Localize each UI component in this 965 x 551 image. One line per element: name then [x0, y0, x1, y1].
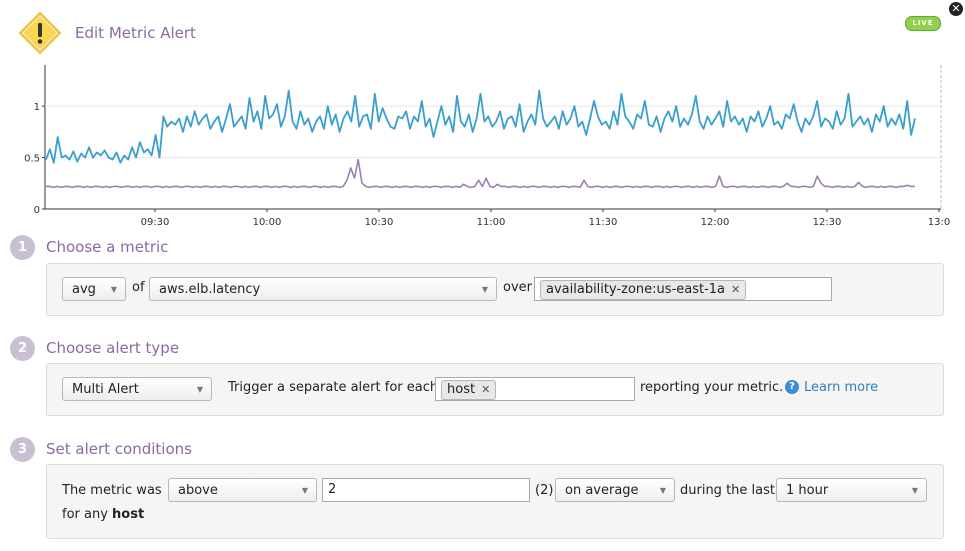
- step-alert-conditions: 3 Set alert conditions: [10, 435, 945, 463]
- y-tick-label: 1: [34, 102, 40, 113]
- series-line-1: [45, 89, 916, 164]
- comparator-value: above: [178, 483, 218, 498]
- chevron-down-icon: ▼: [196, 385, 203, 394]
- step-number: 2: [10, 335, 35, 361]
- live-badge: LIVE: [905, 16, 941, 31]
- trigger-label: Trigger a separate alert for each: [228, 380, 439, 395]
- step-choose-metric: 1 Choose a metric: [10, 233, 945, 261]
- threshold-input[interactable]: 2: [322, 478, 530, 502]
- chevron-down-icon: ▼: [911, 486, 918, 495]
- warning-icon: [18, 11, 62, 55]
- chevron-down-icon: ▼: [481, 285, 488, 294]
- reporting-label: reporting your metric.: [640, 380, 784, 395]
- comparator-select[interactable]: above ▼: [168, 478, 317, 502]
- alert-type-value: Multi Alert: [72, 382, 139, 397]
- chart-svg: 0 0.5 1 09:30 10:00 10:30 11:00 11:30 12:00 12:30…: [24, 65, 950, 228]
- aggregation-value: on average: [565, 483, 639, 498]
- help-icon-wrap[interactable]: ?: [785, 379, 799, 395]
- x-tick-label: 11:00: [477, 217, 506, 228]
- conditions-panel: The metric was above ▼ 2 (2) on average ▼ …: [46, 464, 944, 539]
- alert-type-select[interactable]: Multi Alert ▼: [62, 377, 212, 401]
- page-title: Edit Metric Alert: [75, 24, 196, 42]
- for-any-line: for any host: [62, 507, 144, 523]
- of-label: of: [132, 280, 145, 295]
- chevron-down-icon: ▼: [659, 486, 666, 495]
- x-tick-label: 12:30: [813, 217, 842, 228]
- step-alert-type: 2 Choose alert type: [10, 334, 945, 362]
- scope-tag: availability-zone:us-east-1a ✕: [540, 280, 747, 300]
- x-tick-label: 09:30: [141, 217, 170, 228]
- y-tick-label: 0.5: [24, 154, 40, 165]
- x-tick-label: 11:30: [589, 217, 618, 228]
- threshold-value: 2: [328, 482, 337, 497]
- scope-tag-label: availability-zone:us-east-1a: [546, 282, 726, 297]
- metric-was-label: The metric was: [62, 483, 162, 498]
- learn-more-link[interactable]: Learn more: [804, 380, 878, 396]
- step-title: Set alert conditions: [46, 440, 192, 458]
- step-number: 3: [10, 436, 35, 462]
- step-title: Choose alert type: [46, 339, 180, 357]
- timeframe-select[interactable]: 1 hour ▼: [776, 478, 927, 502]
- metric-value: aws.elb.latency: [159, 282, 261, 297]
- chevron-down-icon: ▼: [110, 285, 117, 294]
- metric-chart: 0 0.5 1 09:30 10:00 10:30 11:00 11:30 12:00 12:30…: [10, 60, 954, 232]
- over-label: over: [503, 280, 532, 295]
- threshold-note: (2): [535, 483, 554, 498]
- during-label: during the last: [680, 483, 775, 498]
- metric-panel: avg ▼ of aws.elb.latency ▼ over availabili…: [46, 263, 944, 316]
- group-by-input[interactable]: host ✕: [435, 377, 635, 401]
- timeframe-value: 1 hour: [786, 483, 829, 498]
- series-line-2: [46, 158, 915, 189]
- aggregation-select[interactable]: on average ▼: [555, 478, 675, 502]
- remove-tag-icon[interactable]: ✕: [481, 383, 490, 396]
- chevron-down-icon: ▼: [301, 486, 308, 495]
- page-header: Edit Metric Alert: [18, 11, 196, 55]
- group-tag: host ✕: [441, 380, 497, 400]
- x-tick-label: 10:30: [365, 217, 394, 228]
- step-title: Choose a metric: [46, 238, 169, 256]
- metric-select[interactable]: aws.elb.latency ▼: [149, 277, 497, 301]
- for-any-value: host: [112, 507, 145, 522]
- step-number: 1: [10, 234, 35, 260]
- aggregator-value: avg: [72, 282, 96, 297]
- x-tick-label: 10:00: [253, 217, 282, 228]
- remove-tag-icon[interactable]: ✕: [731, 283, 740, 296]
- alert-type-panel: Multi Alert ▼ Trigger a separate alert fo…: [46, 363, 944, 416]
- x-tick-label: 12:00: [701, 217, 730, 228]
- help-icon[interactable]: ?: [785, 380, 799, 394]
- x-tick-label: 13:0: [928, 217, 950, 228]
- scope-input[interactable]: availability-zone:us-east-1a ✕: [534, 277, 832, 301]
- close-icon[interactable]: ✕: [949, 2, 963, 16]
- group-tag-label: host: [447, 382, 476, 397]
- y-tick-label: 0: [34, 205, 40, 216]
- for-any-label: for any: [62, 507, 108, 522]
- aggregator-select[interactable]: avg ▼: [62, 277, 126, 301]
